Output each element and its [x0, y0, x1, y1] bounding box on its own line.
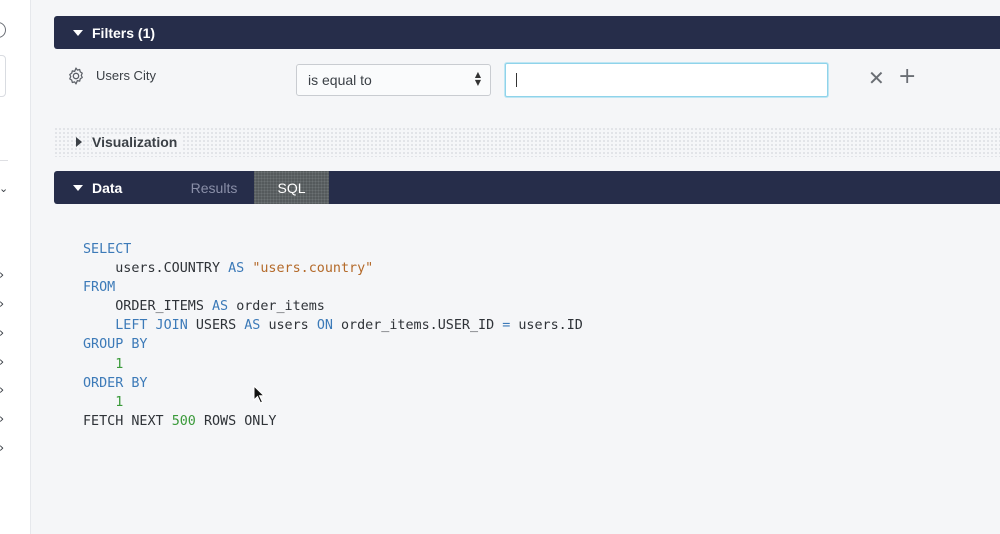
sql-number: 1: [115, 356, 124, 372]
chevron-right-icon[interactable]: ›: [0, 356, 4, 369]
gear-icon[interactable]: [66, 66, 86, 86]
sql-code-block: SELECT users.COUNTRY AS "users.country" …: [83, 240, 583, 431]
sidebar-circle-icon[interactable]: [0, 22, 6, 38]
data-section-header[interactable]: Data Results SQL: [54, 171, 1000, 204]
chevron-right-icon[interactable]: ›: [0, 298, 4, 311]
sql-join-left: order_items.USER_ID: [341, 318, 495, 334]
sql-operator: =: [502, 318, 511, 334]
left-sidebar: ⌄ › › › › › › ›: [0, 0, 31, 534]
chevron-right-icon[interactable]: ›: [0, 327, 4, 340]
filter-row: Users City is equal to ▲ ▼ ✕ +: [54, 60, 1000, 100]
sql-join-right: users.ID: [518, 318, 583, 334]
text-caret: [516, 73, 517, 87]
data-title: Data: [92, 179, 123, 196]
filter-value-input[interactable]: [505, 63, 828, 97]
collapse-triangle-icon: [73, 184, 83, 191]
sql-number: 1: [115, 394, 124, 410]
sql-keyword: LEFT JOIN: [115, 318, 188, 334]
mouse-pointer-icon: [253, 385, 266, 404]
add-icon[interactable]: +: [898, 66, 916, 88]
filters-section-header[interactable]: Filters (1): [54, 16, 1000, 49]
sql-number: 500: [171, 413, 196, 429]
visualization-title: Visualization: [92, 134, 182, 150]
tab-results[interactable]: Results: [174, 171, 254, 204]
chevron-right-icon[interactable]: ›: [0, 269, 4, 282]
visualization-section-header[interactable]: Visualization: [54, 127, 1000, 157]
explore-main: Filters (1) Users City is equal to ▲ ▼ ✕ …: [31, 0, 1000, 534]
sql-string: "users.country": [252, 261, 374, 277]
sql-rows-only: ROWS ONLY: [203, 413, 277, 429]
chevron-right-icon[interactable]: ›: [0, 413, 4, 426]
filter-operator-select[interactable]: is equal to ▲ ▼: [296, 64, 491, 96]
chevron-right-icon[interactable]: ›: [0, 384, 4, 397]
filters-title: Filters (1): [92, 24, 156, 41]
select-arrows-icon: ▲ ▼: [474, 70, 481, 87]
sql-keyword: AS: [228, 261, 245, 277]
sql-keyword: SELECT: [83, 242, 132, 257]
sql-fetch: FETCH NEXT: [83, 413, 164, 429]
sidebar-box[interactable]: [0, 55, 6, 97]
filter-field-label: Users City: [96, 68, 156, 83]
sql-keyword: AS: [244, 318, 261, 334]
sql-keyword: ON: [316, 318, 333, 334]
sql-keyword: FROM: [83, 280, 116, 296]
expand-triangle-icon: [76, 137, 82, 147]
chevron-right-icon[interactable]: ›: [0, 442, 4, 455]
collapse-triangle-icon: [73, 29, 83, 36]
chevron-down-icon[interactable]: ⌄: [0, 182, 8, 195]
sql-column: users.COUNTRY: [115, 261, 221, 277]
sql-keyword: ORDER BY: [83, 375, 148, 391]
filter-operator-value: is equal to: [308, 72, 372, 88]
sql-keyword: GROUP BY: [83, 337, 148, 353]
close-icon[interactable]: ✕: [868, 68, 885, 88]
sql-table: USERS: [195, 318, 237, 334]
sql-keyword: AS: [212, 299, 229, 315]
sql-alias: users: [268, 318, 309, 334]
sql-alias: order_items: [236, 299, 325, 315]
sidebar-divider: [0, 160, 8, 161]
sql-table: ORDER_ITEMS: [115, 299, 204, 315]
tab-sql[interactable]: SQL: [254, 171, 329, 204]
